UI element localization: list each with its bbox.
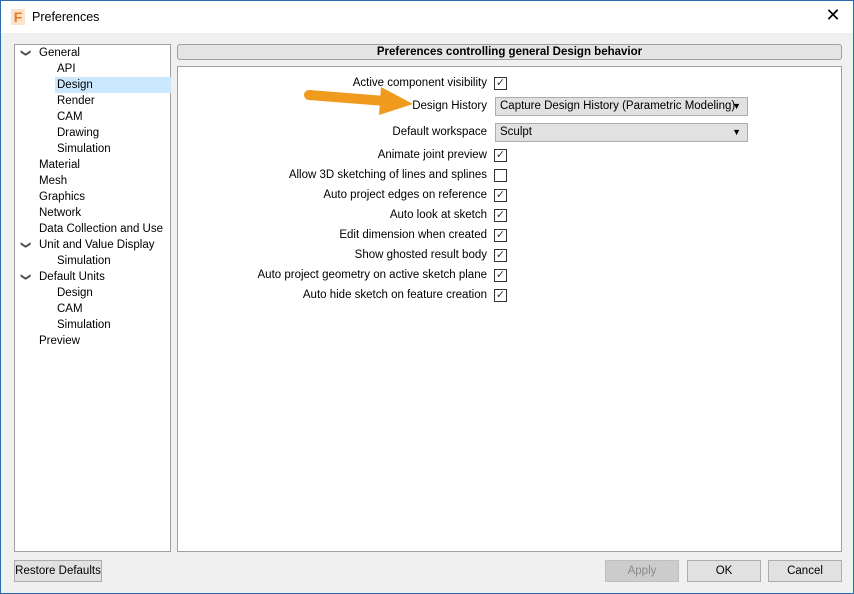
setting-checkbox[interactable]: ✓ [494, 269, 507, 282]
apply-button[interactable]: Apply [605, 560, 679, 582]
setting-label: Allow 3D sketching of lines and splines [288, 169, 487, 181]
setting-label: Auto project edges on reference [323, 189, 487, 201]
setting-checkbox[interactable]: ✓ [494, 209, 507, 222]
dropdown-value: Capture Design History (Parametric Model… [500, 100, 736, 112]
tree-item[interactable]: General [37, 45, 84, 61]
tree-item[interactable]: CAM [55, 109, 87, 125]
tree-item[interactable]: Network [37, 205, 85, 221]
tree-item[interactable]: Simulation [55, 317, 115, 333]
preferences-dialog: F Preferences ✕ General ❯ API Design Render C… [0, 0, 854, 594]
app-logo-icon: F [11, 9, 25, 25]
setting-checkbox[interactable]: ✓ [494, 289, 507, 302]
dropdown-value: Sculpt [500, 126, 532, 138]
tree-item[interactable]: CAM [55, 301, 87, 317]
setting-label: Auto hide sketch on feature creation [302, 289, 487, 301]
title-bar: F Preferences ✕ [1, 1, 853, 33]
setting-label: Design History [412, 100, 487, 112]
tree-item[interactable]: Default Units [37, 269, 109, 285]
chevron-down-icon: ▼ [732, 101, 741, 111]
setting-checkbox[interactable]: ✓ [494, 229, 507, 242]
category-tree: General ❯ API Design Render CAM Drawing Simulat… [14, 44, 171, 552]
setting-label: Auto project geometry on active sketch p… [257, 269, 488, 281]
tree-item[interactable]: Data Collection and Use [37, 221, 167, 237]
setting-label: Edit dimension when created [339, 229, 487, 241]
setting-checkbox[interactable]: ✓ [494, 77, 507, 90]
tree-item[interactable]: Unit and Value Display [37, 237, 159, 253]
setting-checkbox[interactable]: ✓ [494, 189, 507, 202]
chevron-down-icon[interactable]: ❯ [17, 241, 33, 249]
close-button[interactable]: ✕ [821, 5, 845, 26]
tree-item[interactable]: API [55, 61, 80, 77]
ok-button[interactable]: OK [687, 560, 761, 582]
cancel-button[interactable]: Cancel [768, 560, 842, 582]
annotation-arrow-icon [304, 87, 413, 115]
tree-item[interactable]: Simulation [55, 141, 115, 157]
setting-dropdown[interactable]: Sculpt ▼ [495, 123, 748, 142]
tree-item[interactable]: Graphics [37, 189, 89, 205]
chevron-down-icon[interactable]: ❯ [17, 49, 33, 57]
tree-item[interactable]: Design [55, 285, 97, 301]
chevron-down-icon: ▼ [732, 127, 741, 137]
setting-checkbox[interactable]: ✓ [494, 149, 507, 162]
setting-dropdown[interactable]: Capture Design History (Parametric Model… [495, 97, 748, 116]
settings-panel: Active component visibility ✓ Design Histo… [177, 66, 842, 552]
setting-checkbox[interactable] [494, 169, 507, 182]
tree-item[interactable]: Simulation [55, 253, 115, 269]
tree-item[interactable]: Drawing [55, 125, 103, 141]
setting-label: Animate joint preview [377, 149, 487, 161]
restore-defaults-button[interactable]: Restore Defaults [14, 560, 102, 582]
setting-label: Default workspace [392, 126, 487, 138]
tree-item[interactable]: Preview [37, 333, 84, 349]
setting-label: Auto look at sketch [389, 209, 487, 221]
setting-checkbox[interactable]: ✓ [494, 249, 507, 262]
tree-item[interactable]: Mesh [37, 173, 71, 189]
window-title: Preferences [32, 10, 100, 24]
tree-item[interactable]: Design [55, 77, 171, 93]
setting-label: Show ghosted result body [354, 249, 487, 261]
tree-item[interactable]: Material [37, 157, 84, 173]
chevron-down-icon[interactable]: ❯ [17, 273, 33, 281]
tree-item[interactable]: Render [55, 93, 99, 109]
section-header: Preferences controlling general Design b… [177, 44, 842, 60]
